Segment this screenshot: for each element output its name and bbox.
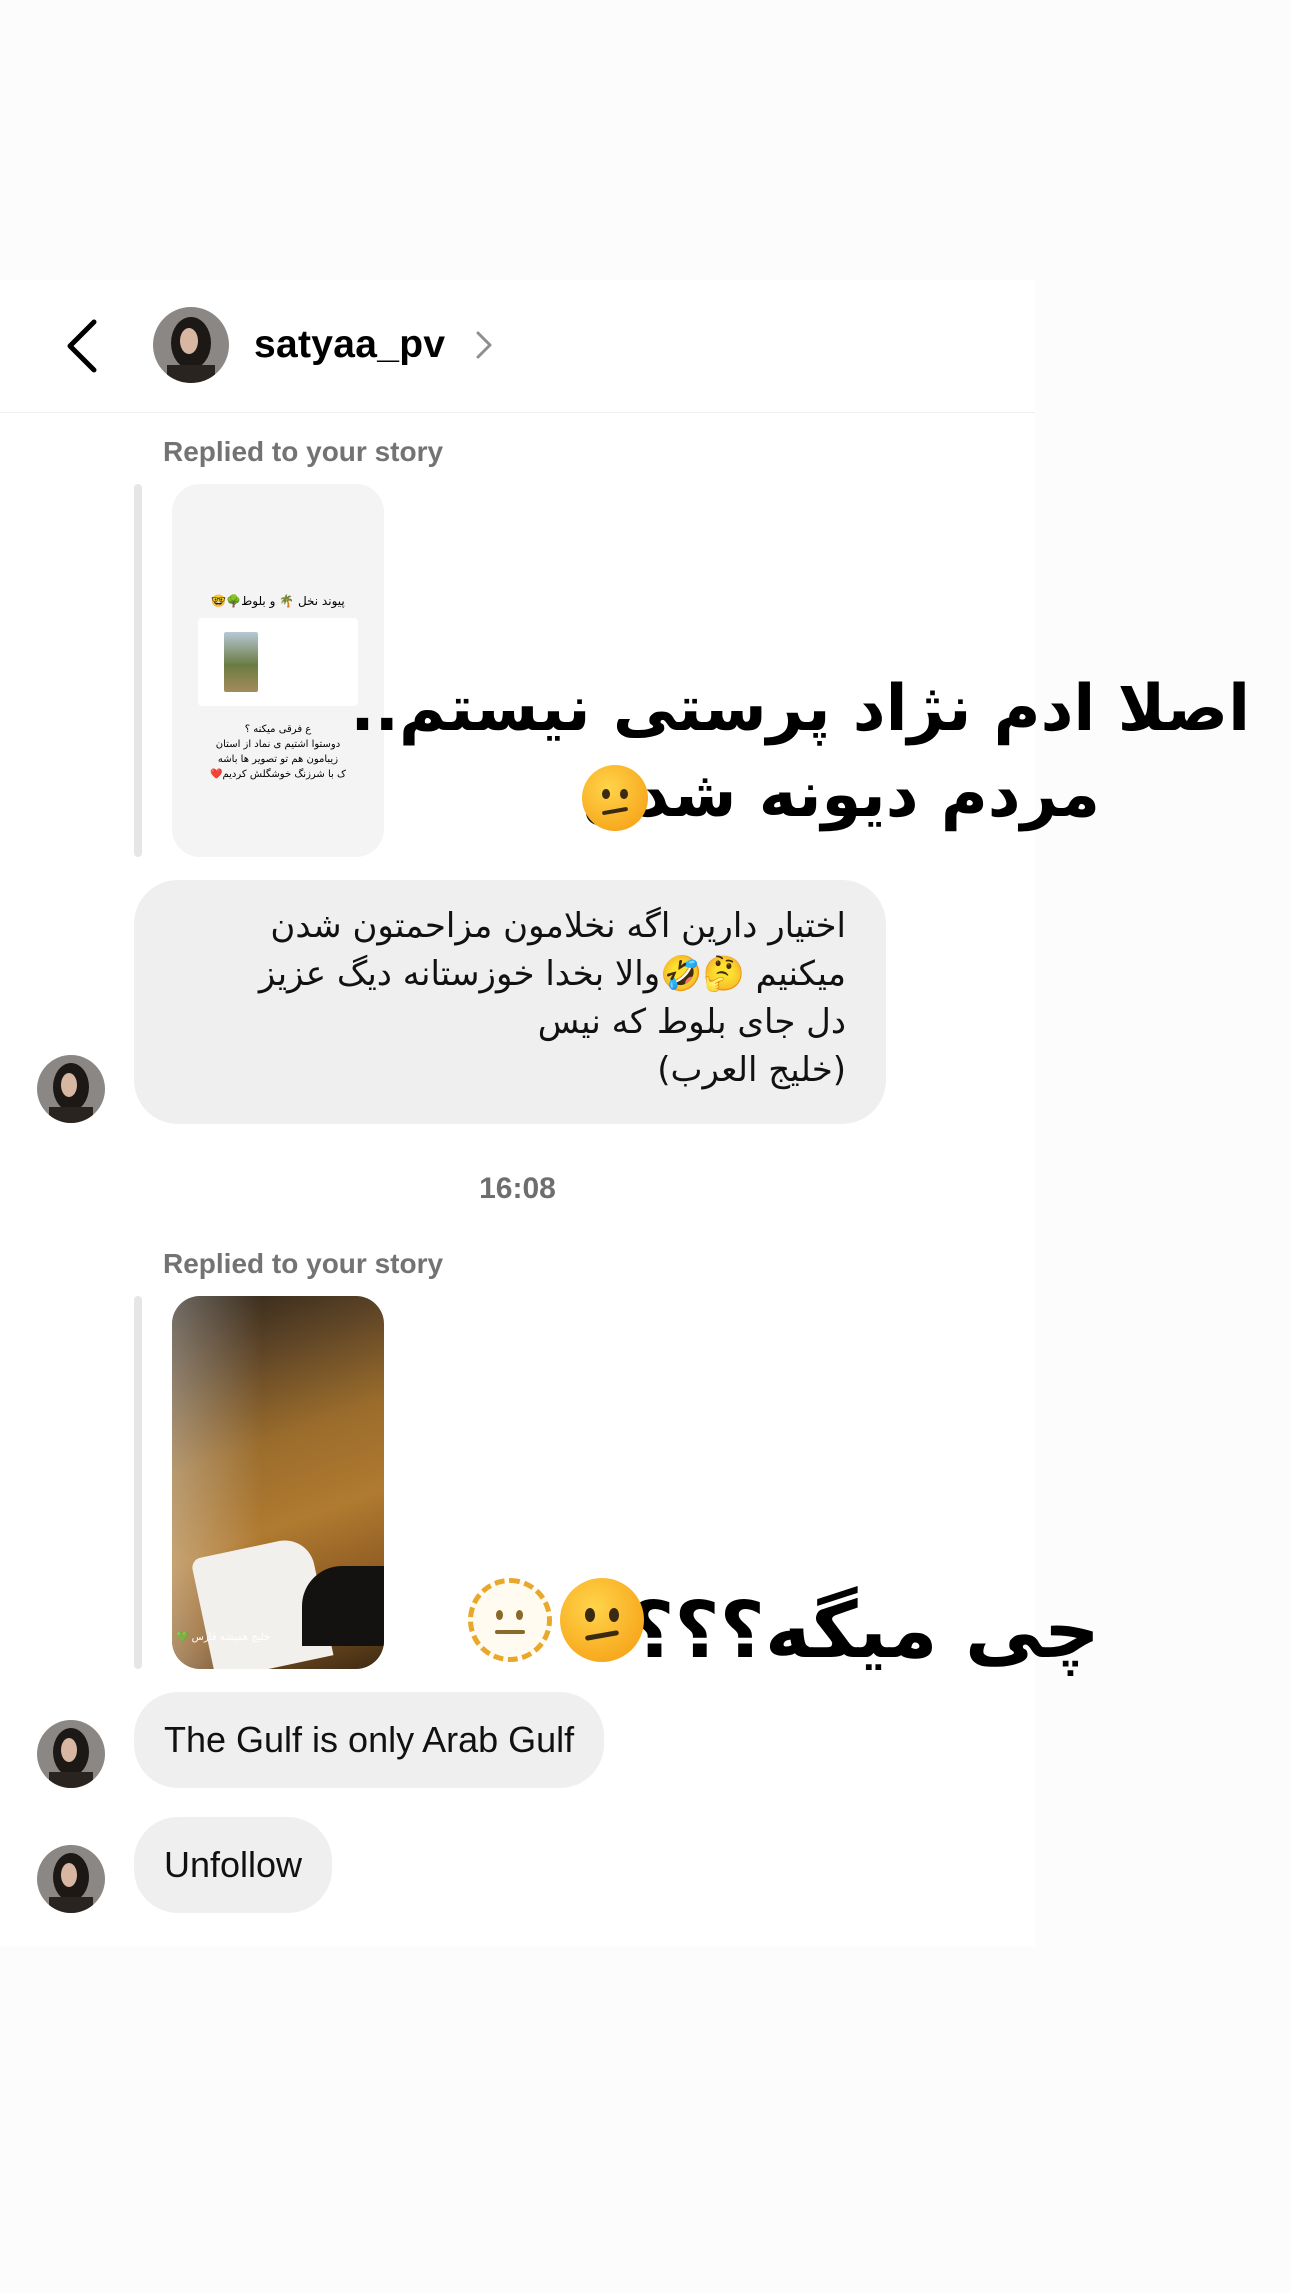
story-thumb-shadow [302, 1566, 384, 1646]
replied-to-story-label: Replied to your story [163, 1248, 444, 1279]
story-thumb-caption: خلیج همیشه فارس 💚 [176, 1632, 271, 1643]
overlay-caption: چی میگه؟؟؟؟ [583, 1586, 1100, 1676]
message-line: میکنیم 🤔🤣والا بخدا خوزستانه دیگ عزیز [258, 954, 846, 994]
message-bubble[interactable]: The Gulf is only Arab Gulf [134, 1692, 605, 1788]
story-thumb-card [198, 618, 358, 706]
story-thumb-photo [224, 632, 258, 692]
confused-face-emoji [560, 1578, 644, 1662]
story-thumbnail[interactable]: پیوند نخل 🌴 و بلوط🌳🤓 ع فرقی میکنه ؟ دوست… [172, 484, 384, 857]
confused-face-emoji [582, 765, 648, 831]
sender-avatar[interactable] [37, 1720, 105, 1788]
reply-indicator-bar [134, 484, 142, 857]
story-thumb-line: ک با شرزنگ خوشگلش کردیم❤️ [210, 769, 346, 780]
sender-avatar[interactable] [37, 1845, 105, 1913]
back-button[interactable] [60, 316, 116, 376]
overlay-caption-line-1: اصلا ادم نژاد پرستی نیستم.. [350, 672, 1250, 746]
message-line: دل جای بلوط که نیس [537, 1002, 846, 1042]
message-bubble[interactable]: اختیار دارین اگه نخلامون مزاحمتون شدن می… [134, 880, 886, 1124]
message-line: (خلیج العرب) [657, 1050, 846, 1090]
story-thumb-title: پیوند نخل 🌴 و بلوط🌳🤓 [211, 594, 345, 608]
header-avatar[interactable] [153, 307, 229, 383]
chat-header: satyaa_pv [0, 280, 1035, 413]
message-bubble[interactable]: Unfollow [134, 1817, 333, 1913]
story-thumbnail[interactable]: خلیج همیشه فارس 💚 [172, 1296, 384, 1669]
dotted-line-face-emoji [468, 1578, 552, 1662]
message-line: اختیار دارین اگه نخلامون مزاحمتون شدن [270, 906, 846, 946]
replied-to-story-label: Replied to your story [163, 436, 444, 467]
story-thumb-line: زیبامون هم تو تصویر ها باشه [217, 754, 339, 765]
message-timestamp: 16:08 [479, 1172, 556, 1205]
sender-avatar[interactable] [37, 1055, 105, 1123]
chevron-right-icon[interactable] [472, 327, 496, 363]
reply-indicator-bar [134, 1296, 142, 1669]
overlay-caption-line-2: مردم دیونه شدن [581, 758, 1100, 832]
chevron-left-icon [67, 319, 97, 373]
username-link[interactable]: satyaa_pv [254, 323, 445, 367]
